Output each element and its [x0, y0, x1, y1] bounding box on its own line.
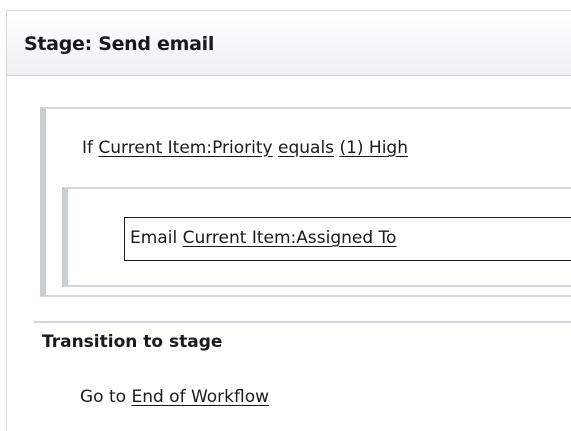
- stage-title: Stage: Send email: [24, 33, 215, 55]
- goto-line: Go to End of Workflow: [80, 387, 269, 407]
- transition-section-title: Transition to stage: [42, 332, 223, 352]
- if-condition-line: If Current Item:Priority equals (1) High: [82, 138, 408, 158]
- email-action-verb: Email: [130, 228, 178, 248]
- if-keyword: If: [82, 138, 93, 158]
- condition-field-link[interactable]: Current Item:Priority: [98, 138, 272, 158]
- condition-operator-link[interactable]: equals: [278, 138, 334, 158]
- email-action-line: Email Current Item:Assigned To: [130, 228, 396, 248]
- goto-prefix: Go to: [80, 387, 127, 407]
- condition-value-link[interactable]: (1) High: [339, 138, 408, 158]
- email-recipient-link[interactable]: Current Item:Assigned To: [183, 228, 397, 248]
- goto-target-link[interactable]: End of Workflow: [131, 387, 269, 407]
- section-divider: [34, 321, 571, 323]
